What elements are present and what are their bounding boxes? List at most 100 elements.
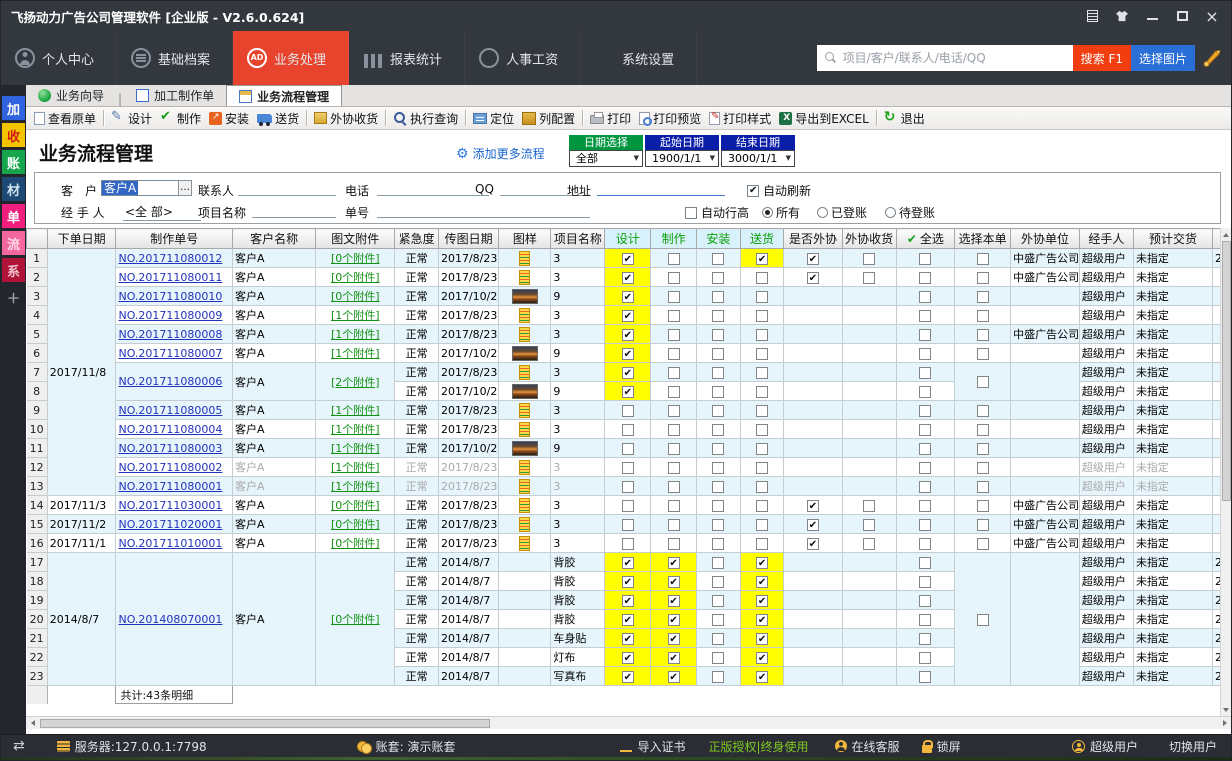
toolbar-button-install[interactable]: 安装	[205, 108, 253, 128]
checkbox-select_all[interactable]	[919, 519, 931, 531]
order-no-link[interactable]: NO.201408070001	[118, 613, 222, 626]
row-number[interactable]: 2	[27, 268, 48, 287]
checkbox-install[interactable]	[712, 652, 724, 664]
checkbox-install[interactable]	[712, 462, 724, 474]
attachment-link[interactable]: [1个附件]	[331, 309, 380, 322]
checkbox-design[interactable]	[622, 462, 634, 474]
checkbox-deliver[interactable]	[756, 367, 768, 379]
checkbox-select_one[interactable]	[977, 272, 989, 284]
attachment-link[interactable]: [0个附件]	[331, 613, 380, 626]
row-number[interactable]: 23	[27, 667, 48, 686]
checkbox-select_all[interactable]	[919, 652, 931, 664]
checkbox-design[interactable]: ✔	[622, 348, 634, 360]
checkbox-install[interactable]	[712, 253, 724, 265]
order-no-link[interactable]: NO.201711080012	[118, 252, 222, 265]
tab-wizard[interactable]: 业务向导	[26, 85, 116, 106]
minimize-button[interactable]	[1139, 7, 1165, 25]
row-number[interactable]: 3	[27, 287, 48, 306]
checkbox-out_recv[interactable]	[863, 500, 875, 512]
checkbox-select_all[interactable]	[919, 272, 931, 284]
checkbox-select_all[interactable]	[919, 500, 931, 512]
checkbox-outsource[interactable]: ✔	[807, 253, 819, 265]
checkbox-select_one[interactable]	[977, 253, 989, 265]
checkbox-outsource[interactable]: ✔	[807, 272, 819, 284]
checkbox-design[interactable]	[622, 443, 634, 455]
checkbox-install[interactable]	[712, 500, 724, 512]
column-header-project[interactable]: 项目名称	[551, 229, 605, 249]
column-header-actual[interactable]: 实际	[1213, 229, 1221, 249]
checkbox-out_recv[interactable]	[863, 538, 875, 550]
sample-thumbnail-photo[interactable]	[512, 346, 538, 361]
checkbox-make[interactable]	[668, 291, 680, 303]
skin-button[interactable]	[1109, 7, 1135, 25]
checkbox-select_all[interactable]	[919, 538, 931, 550]
checkbox-deliver[interactable]	[756, 386, 768, 398]
checkbox-deliver[interactable]: ✔	[756, 595, 768, 607]
order-input[interactable]	[377, 204, 590, 218]
column-header-pic_date[interactable]: 传图日期	[438, 229, 498, 249]
checkbox-select_all[interactable]	[919, 557, 931, 569]
sample-thumbnail-photo[interactable]	[512, 289, 538, 304]
toolbar-button-recv[interactable]: 外协收货	[310, 108, 382, 128]
row-number[interactable]: 5	[27, 325, 48, 344]
checkbox-design[interactable]: ✔	[622, 310, 634, 322]
checkbox-install[interactable]	[712, 614, 724, 626]
column-header-deliver[interactable]: 送货	[740, 229, 784, 249]
order-no-link[interactable]: NO.201711080006	[118, 375, 222, 388]
sample-thumbnail-doc[interactable]	[519, 327, 530, 342]
column-header-outsource[interactable]: 是否外协	[784, 229, 842, 249]
search-button[interactable]: 搜索 F1	[1073, 45, 1131, 71]
checkbox-deliver[interactable]	[756, 348, 768, 360]
toolbar-button-make[interactable]: 制作	[156, 108, 205, 128]
checkbox-deliver[interactable]: ✔	[756, 576, 768, 588]
maximize-button[interactable]	[1169, 7, 1195, 25]
toolbar-button-locate[interactable]: 定位	[469, 108, 518, 128]
checkbox-deliver[interactable]	[756, 538, 768, 550]
attachment-link[interactable]: [1个附件]	[331, 328, 380, 341]
sample-thumbnail-photo[interactable]	[512, 384, 538, 399]
checkbox-design[interactable]	[622, 424, 634, 436]
row-number[interactable]: 20	[27, 610, 48, 629]
row-number[interactable]: 18	[27, 572, 48, 591]
sample-thumbnail-doc[interactable]	[519, 479, 530, 494]
order-no-link[interactable]: NO.201711080005	[118, 404, 222, 417]
nav-item-hr[interactable]: 人事工资	[465, 31, 581, 85]
attachment-link[interactable]: [0个附件]	[331, 290, 380, 303]
checkbox-deliver[interactable]: ✔	[756, 557, 768, 569]
checkbox-select_all[interactable]	[919, 481, 931, 493]
order-no-link[interactable]: NO.201711080007	[118, 347, 222, 360]
checkbox-design[interactable]	[622, 500, 634, 512]
checkbox-make[interactable]	[668, 500, 680, 512]
row-number[interactable]: 1	[27, 249, 48, 268]
row-number[interactable]: 8	[27, 382, 48, 401]
attachment-link[interactable]: [1个附件]	[331, 461, 380, 474]
checkbox-make[interactable]	[668, 272, 680, 284]
toolbar-button-print[interactable]: 打印	[586, 108, 635, 128]
checkbox-outsource[interactable]: ✔	[807, 519, 819, 531]
checkbox-install[interactable]	[712, 481, 724, 493]
row-number[interactable]: 15	[27, 515, 48, 534]
checkbox-select_one[interactable]	[977, 424, 989, 436]
sidebar-tab-2[interactable]: 收	[2, 123, 25, 147]
toolbar-button-design[interactable]: 设计	[107, 108, 156, 128]
scroll-right-arrow[interactable]	[1218, 717, 1231, 730]
sample-thumbnail-doc[interactable]	[519, 536, 530, 551]
checkbox-select_all[interactable]	[919, 576, 931, 588]
checkbox-design[interactable]: ✔	[622, 557, 634, 569]
announcement-horn-icon[interactable]	[1201, 47, 1223, 69]
checkbox-deliver[interactable]: ✔	[756, 633, 768, 645]
date-filter-dropdown[interactable]: 3000/1/1▼	[721, 150, 795, 167]
sample-thumbnail-doc[interactable]	[519, 270, 530, 285]
address-input[interactable]	[597, 182, 725, 196]
order-no-link[interactable]: NO.201711080004	[118, 423, 222, 436]
checkbox-select_one[interactable]	[977, 291, 989, 303]
column-header-expected[interactable]: 预计交货	[1133, 229, 1212, 249]
checkbox-deliver[interactable]	[756, 443, 768, 455]
checkbox-make[interactable]: ✔	[668, 671, 680, 683]
checkbox-design[interactable]: ✔	[622, 614, 634, 626]
checkbox-make[interactable]: ✔	[668, 614, 680, 626]
toolbar-button-doc[interactable]: 查看原单	[30, 108, 100, 128]
checkbox-design[interactable]: ✔	[622, 329, 634, 341]
checkbox-install[interactable]	[712, 272, 724, 284]
checkbox-make[interactable]	[668, 443, 680, 455]
